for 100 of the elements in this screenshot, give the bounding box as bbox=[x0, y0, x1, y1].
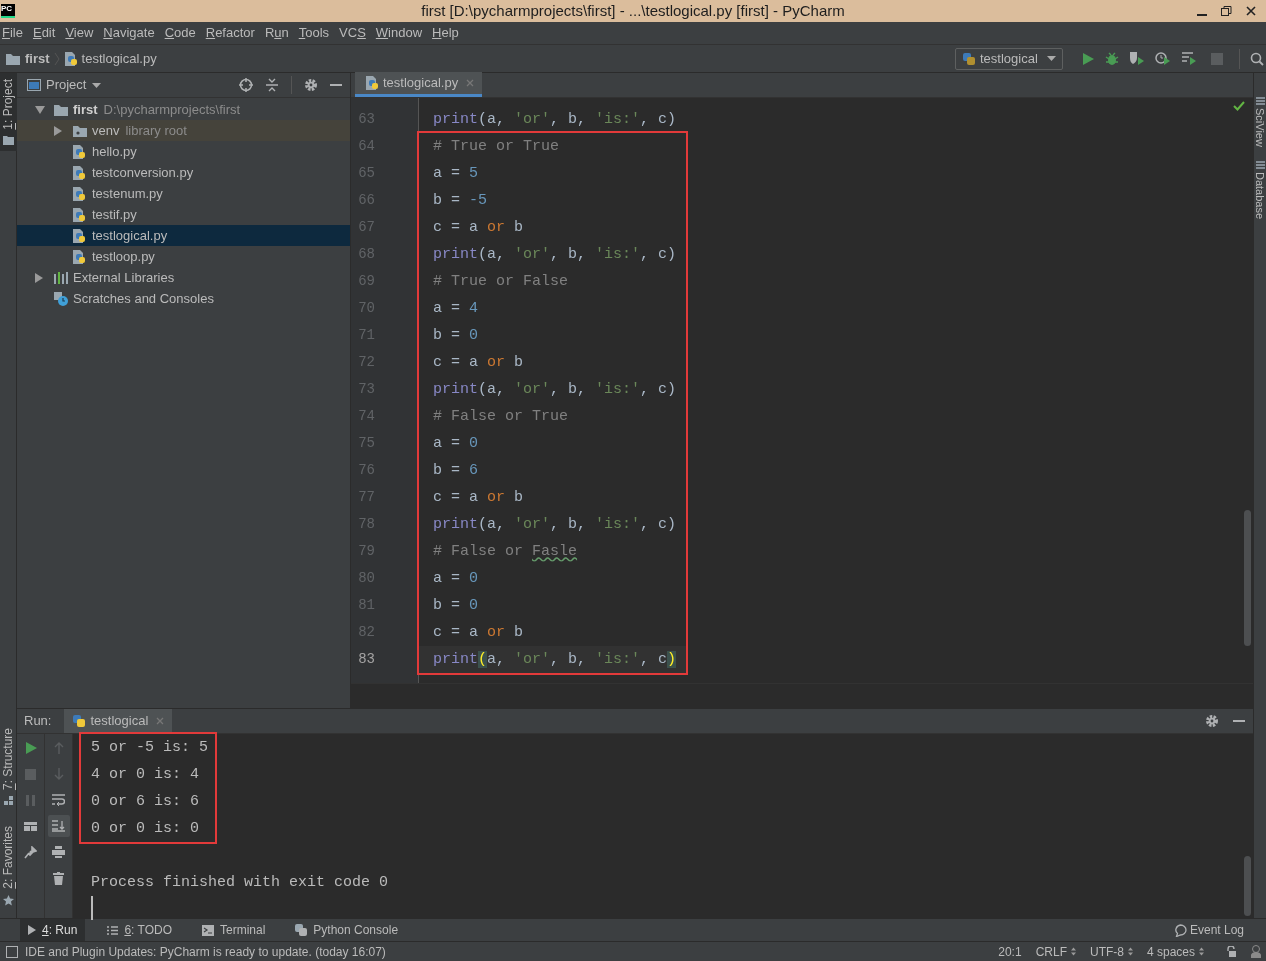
expanded-arrow-icon[interactable] bbox=[35, 105, 45, 114]
menu-item[interactable]: Edit bbox=[30, 23, 58, 43]
tool-window-tab[interactable]: 4: Run bbox=[20, 918, 86, 942]
target-icon[interactable] bbox=[239, 78, 253, 92]
scrollbar[interactable] bbox=[1244, 510, 1251, 646]
code-line: a = 4 bbox=[432, 299, 480, 319]
tree-item[interactable]: first D:\pycharmprojects\first bbox=[17, 99, 350, 120]
collapse-all-icon[interactable] bbox=[265, 78, 279, 92]
tree-item[interactable]: testconversion.py bbox=[17, 162, 350, 183]
run-icon[interactable] bbox=[24, 742, 37, 754]
code-line: c = a or b bbox=[432, 488, 525, 508]
tool-window-tab[interactable]: SciView bbox=[1254, 97, 1266, 147]
python-file-icon bbox=[72, 227, 86, 244]
close-icon[interactable] bbox=[1246, 6, 1256, 16]
collapsed-arrow-icon[interactable] bbox=[35, 272, 43, 283]
menu-item[interactable]: Window bbox=[373, 23, 425, 43]
caret-icon bbox=[92, 82, 102, 88]
run-tab[interactable]: testlogical bbox=[64, 709, 173, 733]
code-line: b = 6 bbox=[432, 461, 480, 481]
code-line: b = 0 bbox=[432, 596, 480, 616]
tool-window-tab[interactable]: 7: Structure bbox=[0, 722, 17, 813]
pin-icon[interactable] bbox=[24, 845, 37, 859]
scrollbar[interactable] bbox=[1244, 856, 1251, 916]
app-logo: PC bbox=[1, 4, 15, 18]
menu-item[interactable]: Tools bbox=[296, 23, 332, 43]
square-icon[interactable] bbox=[6, 945, 18, 958]
code-line: print(a, 'or', b, 'is:', c) bbox=[432, 515, 678, 535]
folder-icon bbox=[72, 123, 88, 138]
library-bars-icon bbox=[53, 270, 69, 285]
run-config-dropdown[interactable]: testlogical bbox=[955, 47, 1063, 70]
collapsed-arrow-icon[interactable] bbox=[54, 125, 62, 136]
indent-selector[interactable]: 4 spaces bbox=[1146, 942, 1204, 961]
search-icon[interactable] bbox=[1250, 51, 1264, 66]
event-log-button[interactable]: Event Log bbox=[1173, 921, 1244, 939]
layout-icon[interactable] bbox=[24, 821, 37, 831]
line-separator-selector[interactable]: CRLF bbox=[1035, 942, 1076, 961]
bug-icon[interactable] bbox=[1105, 51, 1119, 66]
tool-window-tab[interactable]: Database bbox=[1254, 160, 1266, 220]
editor-tab[interactable]: testlogical.py bbox=[355, 72, 483, 97]
tool-window-tab[interactable]: 1: Project bbox=[0, 73, 17, 151]
profile-icon[interactable] bbox=[1155, 51, 1171, 66]
breadcrumb[interactable]: testlogical.py bbox=[81, 48, 157, 69]
menu-item[interactable]: File bbox=[0, 23, 25, 43]
code-line: a = 0 bbox=[432, 434, 480, 454]
terminal-icon bbox=[201, 924, 214, 936]
lock-icon[interactable] bbox=[1226, 946, 1236, 957]
trash-icon[interactable] bbox=[53, 871, 64, 885]
menu-item[interactable]: Refactor bbox=[203, 23, 257, 43]
scroll-to-end-icon[interactable] bbox=[52, 820, 65, 832]
tree-item[interactable]: testenum.py bbox=[17, 183, 350, 204]
tree-item[interactable]: venv library root bbox=[17, 120, 350, 141]
restore-icon[interactable] bbox=[1221, 6, 1232, 16]
python-file-icon bbox=[72, 248, 86, 265]
run-icon[interactable] bbox=[1081, 51, 1095, 66]
python-icon bbox=[72, 714, 87, 728]
python-file-icon bbox=[72, 206, 86, 223]
tool-window-tab[interactable]: Terminal bbox=[193, 918, 274, 942]
tree-item[interactable]: testlogical.py bbox=[17, 225, 350, 246]
python-icon bbox=[962, 51, 976, 66]
coverage-icon[interactable] bbox=[1129, 51, 1145, 66]
panel-title-dropdown[interactable]: Project bbox=[46, 75, 102, 95]
path-label: D:\pycharmprojects\first bbox=[103, 100, 241, 119]
code-line: a = 5 bbox=[432, 164, 480, 184]
folder-icon bbox=[5, 51, 21, 66]
tree-item[interactable]: testif.py bbox=[17, 204, 350, 225]
tool-window-tab[interactable]: 6: TODO bbox=[99, 918, 180, 942]
menu-item[interactable]: Run bbox=[262, 23, 291, 43]
encoding-selector[interactable]: UTF-8 bbox=[1089, 942, 1133, 961]
tree-item[interactable]: Scratches and Consoles bbox=[17, 288, 350, 309]
tree-item[interactable]: hello.py bbox=[17, 141, 350, 162]
breadcrumb[interactable]: first bbox=[25, 48, 50, 69]
menu-item[interactable]: View bbox=[63, 23, 96, 43]
code-line: a = 0 bbox=[432, 569, 480, 589]
python-file-icon bbox=[72, 143, 86, 160]
menu-item[interactable]: Navigate bbox=[101, 23, 157, 43]
code-line: # False or Fasle bbox=[432, 542, 579, 562]
menu-item[interactable]: Help bbox=[430, 23, 461, 43]
star-icon bbox=[3, 895, 14, 906]
settings-icon[interactable] bbox=[1205, 714, 1219, 728]
status-message[interactable]: IDE and Plugin Updates: PyCharm is ready to update. (today 16:07) bbox=[25, 942, 386, 961]
concurrency-icon[interactable] bbox=[1181, 51, 1197, 66]
code-line: print(a, 'or', b, 'is:', c) bbox=[432, 380, 678, 400]
inspector-icon[interactable] bbox=[1250, 945, 1262, 958]
printer-icon[interactable] bbox=[52, 846, 65, 858]
tool-window-tab[interactable]: Python Console bbox=[287, 918, 407, 942]
console-line: 0 or 0 is: 0 bbox=[90, 819, 201, 839]
settings-icon[interactable] bbox=[304, 78, 318, 92]
menu-item[interactable]: Code bbox=[162, 23, 198, 43]
tree-item[interactable]: testloop.py bbox=[17, 246, 350, 267]
soft-wrap-icon[interactable] bbox=[52, 794, 65, 806]
tool-window-tab[interactable]: 2: Favorites bbox=[0, 820, 17, 912]
code-line: b = 0 bbox=[432, 326, 480, 346]
caret-position[interactable]: 20:1 bbox=[998, 942, 1022, 961]
check-icon bbox=[1233, 101, 1245, 111]
python-file-icon bbox=[72, 185, 86, 202]
up-down-icon bbox=[1070, 947, 1076, 956]
menu-item[interactable]: VCS bbox=[337, 23, 368, 43]
code-line: b = -5 bbox=[432, 191, 489, 211]
tree-item[interactable]: External Libraries bbox=[17, 267, 350, 288]
structure-icon bbox=[3, 796, 14, 807]
